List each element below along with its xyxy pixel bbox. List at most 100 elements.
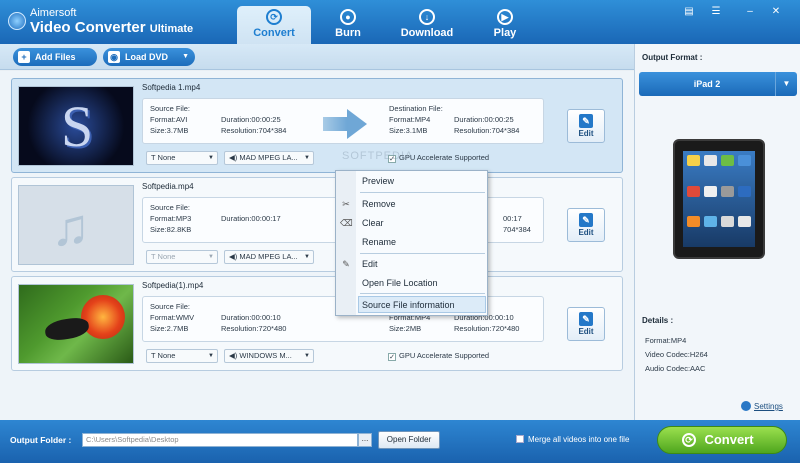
chevron-down-icon: ▼ — [304, 155, 310, 161]
tab-burn[interactable]: ● Burn — [311, 6, 385, 44]
menu-item-source-file-information[interactable]: Source File information — [362, 300, 455, 310]
tab-convert-label: Convert — [253, 27, 295, 39]
open-folder-button[interactable]: Open Folder — [378, 431, 440, 449]
file-item[interactable]: ♫ Softpedia.mp4 Source File: Format:MP3 … — [11, 177, 623, 272]
destination-duration: Duration:00:00:25 — [454, 115, 514, 124]
add-files-button[interactable]: + Add Files — [13, 48, 97, 66]
file-name: Softpedia.mp4 — [142, 182, 194, 191]
convert-button[interactable]: ⟳ Convert — [657, 426, 787, 454]
menu-separator — [360, 253, 485, 254]
settings-label: Settings — [754, 402, 783, 411]
app-title: Video Converter Ultimate — [30, 19, 193, 38]
minimize-icon[interactable]: – — [742, 5, 758, 18]
tab-download-label: Download — [400, 27, 454, 39]
tab-download[interactable]: ↓ Download — [390, 6, 464, 44]
tab-burn-label: Burn — [335, 27, 361, 39]
merge-checkbox[interactable]: Merge all videos into one file — [516, 435, 629, 444]
edit-icon: ✎ — [579, 114, 593, 128]
clear-icon: ⌫ — [340, 218, 353, 228]
menu-item-clear[interactable]: Clear — [362, 218, 384, 228]
music-note-icon: ♫ — [51, 199, 90, 257]
file-name: Softpedia 1.mp4 — [142, 83, 201, 92]
menu-icon[interactable]: ☰ — [708, 5, 724, 18]
menu-item-edit[interactable]: Edit — [362, 259, 378, 269]
browse-button[interactable]: ... — [358, 433, 372, 447]
app-icon — [738, 155, 751, 166]
gpu-accelerate-checkbox[interactable]: ✓ GPU Accelerate Supported — [388, 351, 489, 361]
source-duration: Duration:00:00:10 — [221, 313, 281, 322]
subtitle-value: None — [157, 252, 176, 261]
edit-button[interactable]: ✎ Edit — [567, 307, 605, 341]
close-icon[interactable]: ✕ — [768, 5, 784, 18]
checkbox-icon: ✓ — [388, 353, 396, 361]
feedback-icon[interactable]: ▤ — [681, 5, 697, 18]
title-bar: Aimersoft Video Converter Ultimate ⟳ Con… — [0, 0, 800, 44]
edit-icon: ✎ — [579, 312, 593, 326]
menu-item-preview[interactable]: Preview — [362, 176, 394, 186]
source-label: Source File: — [150, 203, 191, 212]
destination-size: Size:2MB — [389, 324, 422, 333]
app-icon — [704, 185, 717, 197]
settings-link[interactable]: Settings — [741, 401, 783, 411]
app-icon — [687, 155, 700, 166]
app-brand: Aimersoft Video Converter Ultimate — [30, 7, 193, 38]
bottom-bar: Output Folder : C:\Users\Softpedia\Deskt… — [0, 420, 800, 463]
subtitle-select[interactable]: T None ▼ — [146, 349, 218, 363]
subtitle-value: None — [157, 351, 176, 360]
menu-item-remove[interactable]: Remove — [362, 199, 396, 209]
file-item[interactable]: Softpedia(1).mp4 Source File: Format:WMV… — [11, 276, 623, 371]
destination-duration: 00:17 — [503, 214, 522, 223]
app-icon — [687, 216, 700, 228]
source-format: Format:MP3 — [150, 214, 192, 223]
source-duration: Duration:00:00:25 — [221, 115, 281, 124]
app-icon — [738, 216, 751, 228]
output-folder-input[interactable]: C:\Users\Softpedia\Desktop — [82, 433, 358, 447]
video-thumbnail: S — [18, 86, 134, 166]
audio-track-value: WINDOWS M... — [239, 351, 292, 360]
tab-convert[interactable]: ⟳ Convert — [237, 6, 311, 44]
checkbox-icon — [516, 435, 524, 443]
destination-resolution: Resolution:720*480 — [454, 324, 520, 333]
gpu-label: GPU Accelerate Supported — [399, 351, 490, 360]
menu-item-open-file-location[interactable]: Open File Location — [362, 278, 438, 288]
softpedia-logo-image: S — [61, 94, 94, 159]
output-format-label: Output Format : — [642, 53, 703, 62]
subtitle-select[interactable]: T None ▼ — [146, 250, 218, 264]
source-resolution: Resolution:720*480 — [221, 324, 287, 333]
destination-format: Format:MP4 — [389, 115, 431, 124]
download-icon: ↓ — [419, 9, 435, 25]
menu-separator — [360, 192, 485, 193]
chevron-down-icon: ▼ — [775, 72, 797, 96]
refresh-icon: ⟳ — [682, 433, 696, 447]
load-dvd-label: Load DVD — [125, 52, 169, 62]
audio-track-value: MAD MPEG LA... — [239, 252, 298, 261]
source-resolution: Resolution:704*384 — [221, 126, 287, 135]
app-logo-icon — [8, 12, 26, 30]
file-item[interactable]: S Softpedia 1.mp4 Source File: Format:AV… — [11, 78, 623, 173]
audio-track-select[interactable]: ◀) MAD MPEG LA... ▼ — [224, 151, 314, 165]
app-icon — [721, 185, 734, 197]
subtitle-select[interactable]: T None ▼ — [146, 151, 218, 165]
edit-button[interactable]: ✎ Edit — [567, 109, 605, 143]
menu-item-rename[interactable]: Rename — [362, 237, 396, 247]
merge-label: Merge all videos into one file — [528, 435, 630, 444]
tab-play[interactable]: ▶ Play — [468, 6, 542, 44]
app-icon — [721, 216, 734, 228]
edit-label: Edit — [578, 129, 594, 138]
chevron-down-icon: ▼ — [304, 353, 310, 359]
source-format: Format:WMV — [150, 313, 195, 322]
refresh-icon: ⟳ — [266, 9, 282, 25]
app-title-text: Video Converter — [30, 19, 146, 36]
output-panel: Output Format : iPad 2 ▼ Details : Forma… — [634, 44, 800, 420]
edit-icon: ✎ — [579, 213, 593, 227]
source-format: Format:AVI — [150, 115, 188, 124]
edit-button[interactable]: ✎ Edit — [567, 208, 605, 242]
output-format-select[interactable]: iPad 2 ▼ — [639, 72, 797, 96]
load-dvd-button[interactable]: ◉ Load DVD ▼ — [103, 48, 195, 66]
remove-icon: ✂ — [342, 199, 350, 209]
audio-track-select[interactable]: ◀) MAD MPEG LA... ▼ — [224, 250, 314, 264]
audio-track-select[interactable]: ◀) WINDOWS M... ▼ — [224, 349, 314, 363]
output-folder-label: Output Folder : — [10, 435, 72, 445]
menu-gutter — [336, 171, 356, 315]
app-icon — [738, 185, 751, 197]
